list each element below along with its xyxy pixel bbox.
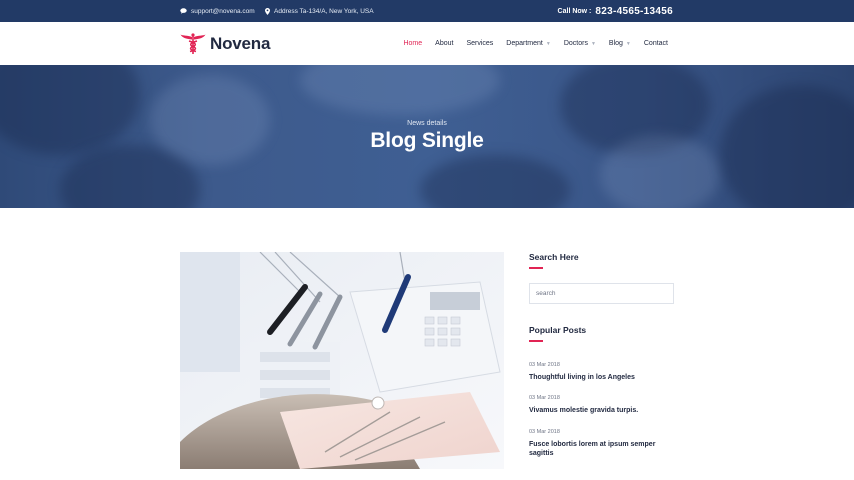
post-title-link[interactable]: Thoughtful living in los Angeles [529, 373, 674, 382]
nav-contact[interactable]: Contact [644, 40, 668, 47]
nav-menu: Home About Services Department ▼ Doctors ▼… [390, 22, 668, 65]
nav-services-label: Services [466, 40, 494, 47]
hero-bg-shape [300, 65, 500, 115]
nav-department[interactable]: Department ▼ [506, 40, 551, 47]
brand-name: Novena [210, 34, 271, 53]
chevron-down-icon: ▼ [545, 40, 551, 47]
email-text: support@novena.com [191, 7, 255, 15]
chevron-down-icon: ▼ [625, 40, 631, 47]
post-title-link[interactable]: Vivamus molestie gravida turpis. [529, 406, 674, 415]
phone-number[interactable]: 823-4565-13456 [595, 6, 673, 17]
location-pin-icon [265, 7, 270, 15]
title-underline [529, 340, 543, 342]
sidebar: Search Here Popular Posts 03 Mar 2018 Th… [529, 252, 674, 457]
title-underline [529, 267, 543, 269]
post-title-link[interactable]: Fusce lobortis lorem at ipsum semper sag… [529, 440, 674, 458]
page-hero-banner: News details Blog Single [0, 65, 854, 208]
nav-blog-label: Blog [608, 40, 623, 47]
nav-blog[interactable]: Blog ▼ [609, 40, 631, 47]
logo[interactable]: Novena [180, 32, 270, 56]
call-label: Call Now : [557, 7, 592, 15]
popular-post-item[interactable]: 03 Mar 2018 Vivamus molestie gravida tur… [529, 395, 674, 415]
search-widget-title: Search Here [529, 252, 579, 262]
post-date: 03 Mar 2018 [529, 395, 560, 401]
main-navbar: Novena Home About Services Department ▼ D… [0, 22, 854, 65]
email-info[interactable]: support@novena.com [180, 0, 255, 22]
popular-post-item[interactable]: 03 Mar 2018 Thoughtful living in los Ang… [529, 362, 674, 382]
nav-doctors-label: Doctors [563, 40, 588, 47]
popular-posts-title: Popular Posts [529, 325, 587, 335]
popular-posts-header: Popular Posts [529, 325, 586, 342]
nav-home-label: Home [403, 40, 423, 47]
post-date: 03 Mar 2018 [529, 362, 560, 368]
top-bar: support@novena.com Address Ta-134/A, New… [0, 0, 854, 22]
nav-doctors[interactable]: Doctors ▼ [564, 40, 596, 47]
chat-icon [180, 8, 187, 14]
blog-post-image [180, 252, 504, 469]
nav-contact-label: Contact [643, 40, 668, 47]
search-input[interactable] [529, 283, 674, 304]
post-date: 03 Mar 2018 [529, 429, 560, 435]
nav-department-label: Department [506, 40, 543, 47]
chevron-down-icon: ▼ [590, 40, 596, 47]
search-widget: Search Here [529, 252, 674, 269]
caduceus-logo-icon [180, 33, 206, 54]
address-text: Address Ta-134/A, New York, USA [274, 7, 374, 15]
hero-subtitle: News details [407, 120, 447, 127]
address-info: Address Ta-134/A, New York, USA [265, 0, 374, 22]
call-info[interactable]: Call Now : 823-4565-13456 [558, 0, 673, 22]
hero-bg-shape [420, 155, 570, 208]
nav-about[interactable]: About [435, 40, 453, 47]
nav-services[interactable]: Services [466, 40, 493, 47]
nav-about-label: About [435, 40, 454, 47]
nav-home[interactable]: Home [403, 40, 422, 47]
popular-post-item[interactable]: 03 Mar 2018 Fusce lobortis lorem at ipsu… [529, 429, 674, 458]
page-title: Blog Single [370, 129, 484, 152]
dental-equipment-image [180, 252, 504, 469]
